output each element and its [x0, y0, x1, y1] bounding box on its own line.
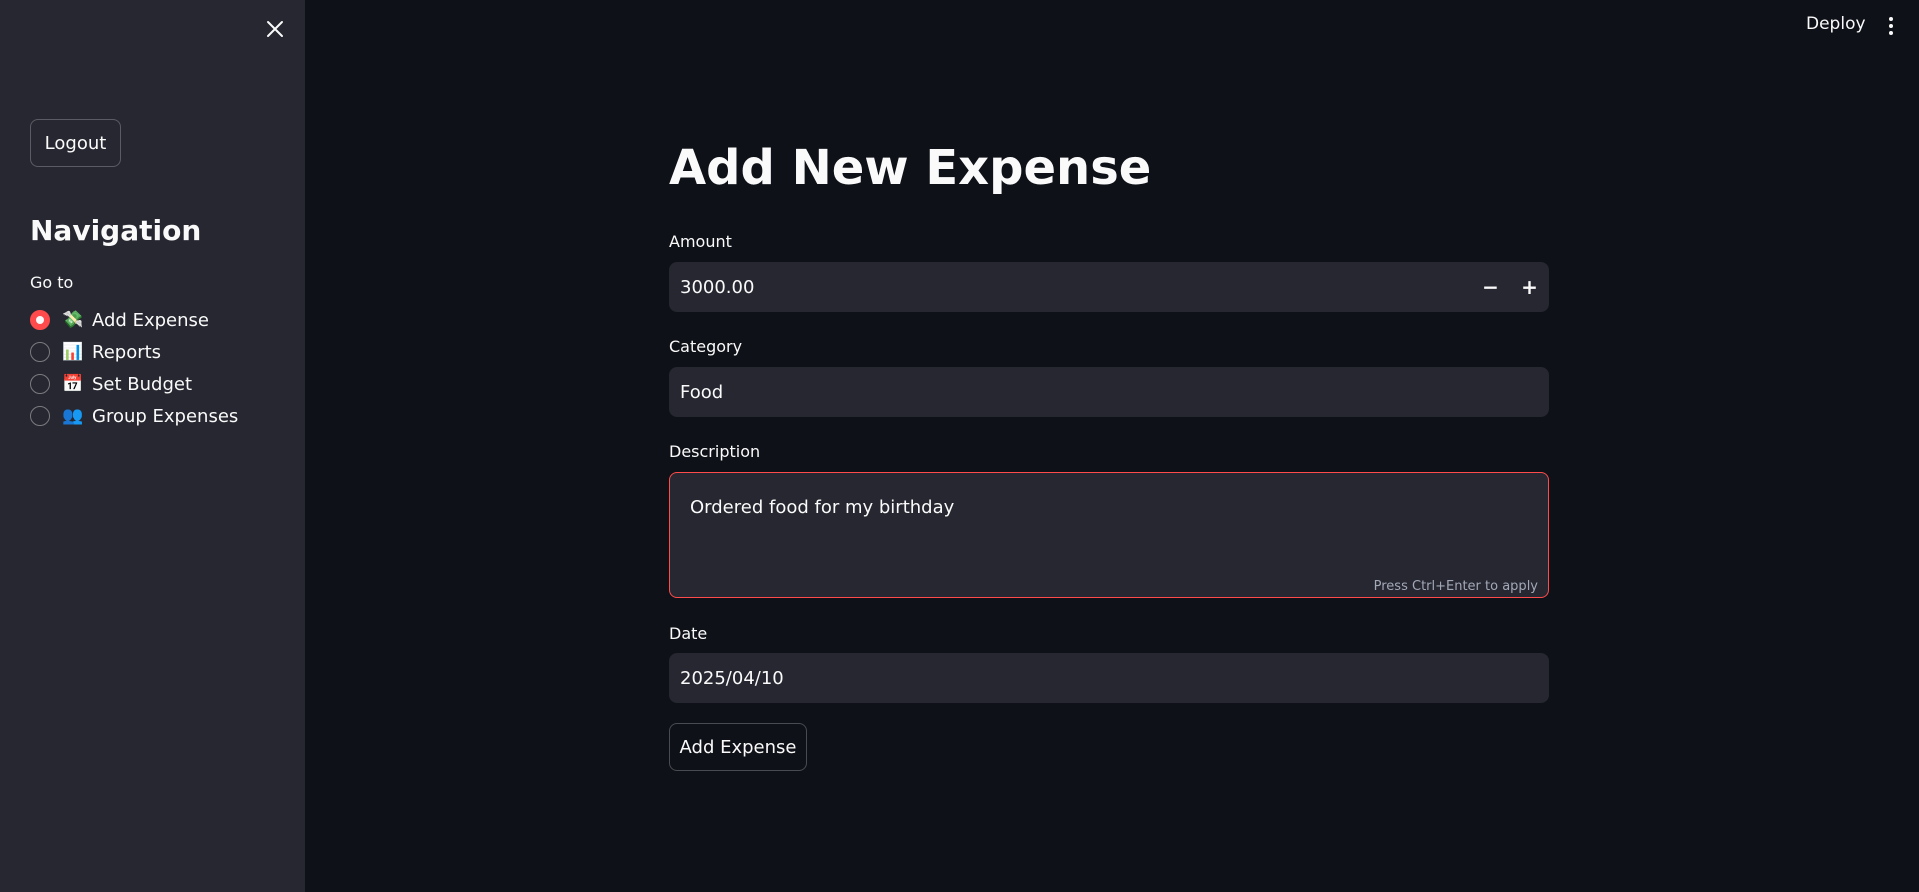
category-select[interactable]: Food	[669, 367, 1549, 417]
nav-option-group-expenses[interactable]: 👥 Group Expenses	[30, 400, 238, 432]
category-value: Food	[680, 381, 724, 403]
amount-label: Amount	[669, 232, 732, 251]
logout-button[interactable]: Logout	[30, 119, 121, 167]
sidebar: Logout Navigation Go to 💸 Add Expense 📊 …	[0, 0, 305, 892]
calendar-icon: 📅	[62, 374, 84, 394]
close-sidebar-button[interactable]	[262, 16, 288, 42]
date-input[interactable]: 2025/04/10	[669, 653, 1549, 703]
deploy-button[interactable]: Deploy	[1806, 14, 1866, 34]
nav-option-label: Set Budget	[92, 373, 193, 395]
bar-chart-icon: 📊	[62, 342, 84, 362]
date-value: 2025/04/10	[680, 667, 784, 689]
goto-label: Go to	[30, 273, 74, 292]
nav-option-label: Reports	[92, 341, 162, 363]
category-label: Category	[669, 337, 743, 356]
amount-value: 3000.00	[680, 276, 755, 298]
radio-unselected-icon	[30, 406, 50, 426]
nav-option-add-expense[interactable]: 💸 Add Expense	[30, 304, 238, 336]
radio-unselected-icon	[30, 342, 50, 362]
people-icon: 👥	[62, 406, 84, 426]
decrement-button[interactable]: −	[1471, 262, 1510, 312]
nav-option-label: Group Expenses	[92, 405, 239, 427]
nav-option-label: Add Expense	[92, 309, 209, 331]
amount-input[interactable]: 3000.00 − +	[669, 262, 1549, 312]
description-label: Description	[669, 442, 761, 461]
more-menu-icon[interactable]	[1883, 14, 1899, 38]
close-icon	[267, 21, 283, 37]
page-title: Add New Expense	[669, 140, 1152, 196]
amount-stepper: − +	[1471, 262, 1549, 312]
description-value: Ordered food for my birthday	[690, 497, 955, 518]
increment-button[interactable]: +	[1510, 262, 1549, 312]
add-expense-button[interactable]: Add Expense	[669, 723, 807, 771]
money-wings-icon: 💸	[62, 310, 84, 330]
radio-selected-icon	[30, 310, 50, 330]
nav-option-reports[interactable]: 📊 Reports	[30, 336, 238, 368]
nav-radio-group: 💸 Add Expense 📊 Reports 📅 Set Budget 👥 G…	[30, 304, 238, 432]
navigation-heading: Navigation	[30, 214, 202, 247]
description-textarea[interactable]: Ordered food for my birthday Press Ctrl+…	[669, 472, 1549, 598]
radio-unselected-icon	[30, 374, 50, 394]
date-label: Date	[669, 624, 708, 643]
nav-option-set-budget[interactable]: 📅 Set Budget	[30, 368, 238, 400]
apply-hint: Press Ctrl+Enter to apply	[1373, 579, 1538, 594]
